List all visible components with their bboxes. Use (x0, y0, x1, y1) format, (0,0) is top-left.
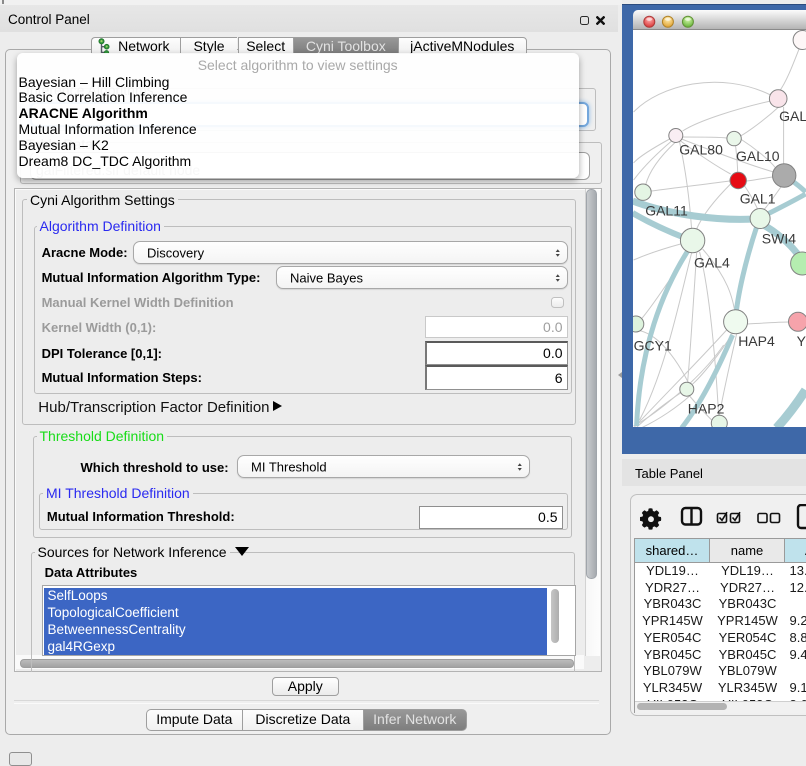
svg-text:GAL1: GAL1 (740, 191, 776, 207)
svg-text:GAL11: GAL11 (646, 203, 689, 219)
svg-text:GAL4: GAL4 (694, 255, 730, 271)
svg-text:GAL7: GAL7 (779, 108, 806, 124)
svg-text:GAL10: GAL10 (736, 148, 780, 164)
svg-text:HAP4: HAP4 (739, 333, 776, 349)
svg-text:GAL80: GAL80 (680, 142, 724, 158)
svg-text:GCY1: GCY1 (634, 338, 672, 354)
svg-text:HAP2: HAP2 (688, 401, 725, 417)
svg-text:Y: Y (797, 333, 806, 349)
svg-text:SWI4: SWI4 (762, 231, 796, 247)
